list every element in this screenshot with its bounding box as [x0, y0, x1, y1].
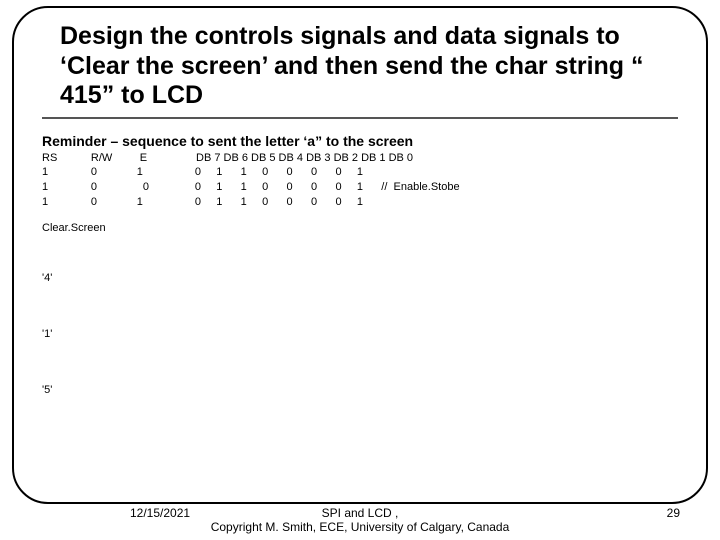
label-char-4: '4'	[42, 272, 678, 284]
title-underline	[42, 117, 678, 119]
label-char-5: '5'	[42, 384, 678, 396]
footer-page-number: 29	[667, 506, 680, 520]
slide-title: Design the controls signals and data sig…	[60, 22, 660, 111]
footer-line-1: SPI and LCD ,	[322, 506, 399, 520]
label-clearscreen: Clear.Screen	[42, 222, 678, 234]
footer-line-2: Copyright M. Smith, ECE, University of C…	[211, 520, 510, 534]
signal-row-1: 1 0 1 0 1 1 0 0 0 0 1	[42, 166, 363, 178]
signal-row-3: 1 0 1 0 1 1 0 0 0 0 1	[42, 196, 363, 208]
label-char-1: '1'	[42, 328, 678, 340]
slide-frame: Design the controls signals and data sig…	[12, 6, 708, 504]
footer: 12/15/2021 SPI and LCD , Copyright M. Sm…	[0, 506, 720, 536]
reminder-text: Reminder – sequence to sent the letter ‘…	[42, 133, 678, 149]
signal-row-2: 1 0 0 0 1 1 0 0 0 0 1 // Enable.Stobe	[42, 181, 460, 193]
footer-center: SPI and LCD , Copyright M. Smith, ECE, U…	[0, 506, 720, 535]
signal-header: RS R/W E DB 7 DB 6 DB 5 DB 4 DB 3 DB 2 D…	[42, 152, 413, 164]
signal-table: RS R/W E DB 7 DB 6 DB 5 DB 4 DB 3 DB 2 D…	[42, 151, 678, 210]
